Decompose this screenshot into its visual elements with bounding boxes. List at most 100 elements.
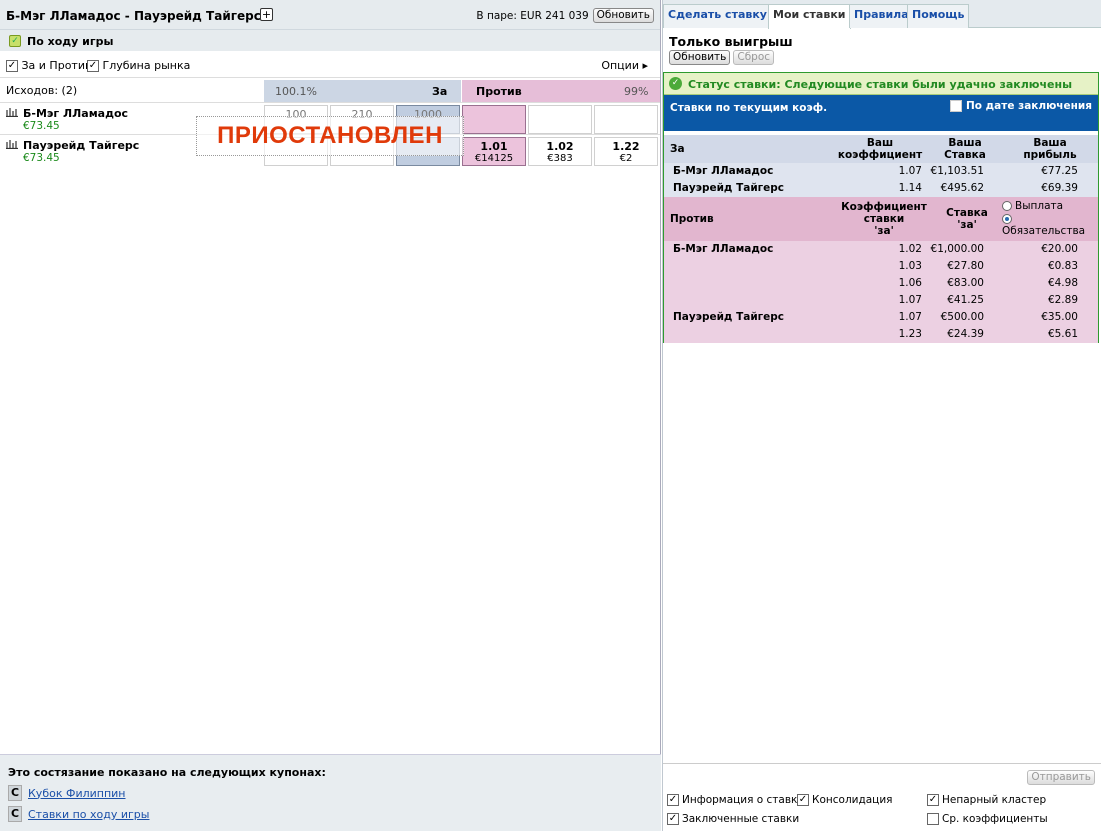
bet-stake: €500.00 xyxy=(940,311,984,323)
by-date-label: По дате заключения xyxy=(966,100,1092,112)
bet-info-checkbox[interactable]: ✓ xyxy=(667,794,679,806)
coupon-item: C Ставки по ходу игры xyxy=(8,805,149,823)
add-favourite-button[interactable]: + xyxy=(260,8,273,21)
avg-odds-label: Ср. коэффициенты xyxy=(942,813,1048,825)
col-odds-line: Ваш xyxy=(866,137,894,149)
chart-icon[interactable] xyxy=(6,139,18,152)
col-stake-line: 'за' xyxy=(957,219,977,231)
refresh-button[interactable]: Обновить xyxy=(592,8,654,23)
size: €2 xyxy=(619,153,633,164)
runner-position: €73.45 xyxy=(23,120,60,132)
lay-price-cell[interactable]: 1.22 €2 xyxy=(594,137,658,166)
bet-liability: €20.00 xyxy=(1041,243,1078,255)
size: €14125 xyxy=(474,153,514,164)
back-lay-label: За и Против xyxy=(21,59,92,72)
section-title: Только выигрыш xyxy=(669,34,793,49)
col-profit-header: Ваша прибыль xyxy=(1010,137,1090,161)
lay-header-label: Против xyxy=(476,85,522,98)
coupon-link[interactable]: Кубок Филиппин xyxy=(28,787,126,800)
col-odds-header: Коэффициент ставки 'за' xyxy=(834,201,934,237)
back-bet-row: Пауэрейд Тайгерс 1.14 €495.62 €69.39 xyxy=(664,180,1098,197)
coupons-title: Это состязание показано на следующих куп… xyxy=(8,766,326,779)
consolidation-label: Консолидация xyxy=(812,794,893,806)
col-odds-line: Коэффициент xyxy=(841,201,927,213)
matched-amount: В паре: EUR 241 039 Обновить xyxy=(476,8,654,23)
matched-bets-checkbox[interactable]: ✓ xyxy=(667,813,679,825)
col-odds-line: 'за' xyxy=(874,225,894,237)
back-bets-header: За Ваш коэффициент Ваша Ставка Ваша приб… xyxy=(664,135,1098,163)
avg-odds-option[interactable]: Ср. коэффициенты xyxy=(927,813,1048,825)
bet-runner-name: Б-Мэг ЛЛамадос xyxy=(673,165,774,177)
bet-odds: 1.02 xyxy=(898,243,922,255)
tab-place-bet[interactable]: Сделать ставку xyxy=(663,4,772,28)
by-date-checkbox[interactable] xyxy=(950,100,963,112)
matched-bets-label: Заключенные ставки xyxy=(682,813,800,825)
depth-option[interactable]: ✓ Глубина рынка xyxy=(87,59,190,72)
unpaired-option[interactable]: ✓ Непарный кластер xyxy=(927,794,1046,806)
col-odds-line: ставки xyxy=(863,213,905,225)
liability-radio-option[interactable]: Обязательства xyxy=(1002,213,1085,237)
inplay-row: ✓ По ходу игры xyxy=(0,30,660,52)
back-section-label: За xyxy=(670,143,685,155)
best-lay-price-cell[interactable] xyxy=(462,105,526,134)
bet-stake: €41.25 xyxy=(947,294,984,306)
coupon-badge: C xyxy=(8,806,22,822)
tab-help[interactable]: Помощь xyxy=(907,4,970,28)
lay-price-cell[interactable] xyxy=(528,105,592,134)
by-date-option[interactable]: По дате заключения xyxy=(950,100,1092,112)
bet-odds: 1.14 xyxy=(898,182,922,194)
depth-label: Глубина рынка xyxy=(102,59,191,72)
payout-radio-option[interactable]: Выплата xyxy=(1002,200,1063,212)
bet-info-option[interactable]: ✓ Информация о ставке xyxy=(667,794,804,806)
options-menu[interactable]: Опции ▸ xyxy=(601,59,648,72)
lay-bet-row: 1.03 €27.80 €0.83 xyxy=(664,258,1098,275)
bet-stake: €495.62 xyxy=(940,182,984,194)
matched-label: В паре: EUR 241 039 xyxy=(476,9,589,22)
unpaired-checkbox[interactable]: ✓ xyxy=(927,794,939,806)
tab-rules[interactable]: Правила xyxy=(849,4,914,28)
bet-liability: €4.98 xyxy=(1047,277,1078,289)
bets-header-bar: Ставки по текущим коэф. По дате заключен… xyxy=(664,95,1098,131)
market-panel: Б-Мэг ЛЛамадос - Пауэрейд Тайгерс + В па… xyxy=(0,0,661,831)
payout-radio[interactable] xyxy=(1002,201,1012,211)
liability-label: Обязательства xyxy=(1002,225,1086,237)
options-label: Опции xyxy=(601,59,639,72)
inplay-label: По ходу игры xyxy=(27,35,114,48)
bet-info-label: Информация о ставке xyxy=(682,794,804,806)
outcomes-count: Исходов: (2) xyxy=(6,84,78,97)
size: €383 xyxy=(547,153,573,164)
betslip-tabs: Сделать ставку Мои ставки Правила Помощь xyxy=(663,0,1101,29)
bet-profit: €69.39 xyxy=(1041,182,1078,194)
bet-odds: 1.23 xyxy=(898,328,922,340)
depth-checkbox[interactable]: ✓ xyxy=(87,60,99,72)
liability-radio[interactable] xyxy=(1002,214,1012,224)
bet-odds: 1.07 xyxy=(898,294,922,306)
coupons-section: Это состязание показано на следующих куп… xyxy=(0,754,661,831)
refresh-button[interactable]: Обновить xyxy=(669,50,731,65)
lay-price-cell[interactable]: 1.02 €383 xyxy=(528,137,592,166)
reset-button[interactable]: Сброс xyxy=(733,50,775,65)
bet-liability: €35.00 xyxy=(1041,311,1078,323)
best-lay-price-cell[interactable]: 1.01 €14125 xyxy=(462,137,526,166)
back-lay-option[interactable]: ✓ За и Против xyxy=(6,59,91,72)
consolidation-checkbox[interactable]: ✓ xyxy=(797,794,809,806)
price: 1.02 xyxy=(546,140,574,153)
check-circle-icon: ✓ xyxy=(669,77,682,90)
col-stake-header: Ставка 'за' xyxy=(932,207,1002,231)
matched-bets-option[interactable]: ✓ Заключенные ставки xyxy=(667,813,799,825)
betslip-footer: Отправить ✓ Информация о ставке ✓ Консол… xyxy=(663,763,1101,831)
bet-liability: €5.61 xyxy=(1047,328,1078,340)
lay-price-cell[interactable] xyxy=(594,105,658,134)
chart-icon[interactable] xyxy=(6,107,18,120)
betslip-buttons: Обновить Сброс xyxy=(669,50,775,65)
suspended-overlay: ПРИОСТАНОВЛЕН xyxy=(196,116,464,156)
coupon-link[interactable]: Ставки по ходу игры xyxy=(28,808,149,821)
back-lay-checkbox[interactable]: ✓ xyxy=(6,60,18,72)
lay-percentage: 99% xyxy=(624,85,649,98)
tab-my-bets[interactable]: Мои ставки xyxy=(768,4,851,29)
bet-runner-name: Пауэрейд Тайгерс xyxy=(673,311,785,323)
send-button[interactable]: Отправить xyxy=(1027,770,1095,785)
avg-odds-checkbox[interactable] xyxy=(927,813,939,825)
view-options-row: ✓ За и Против ✓ Глубина рынка Опции ▸ xyxy=(0,52,660,78)
consolidation-option[interactable]: ✓ Консолидация xyxy=(797,794,892,806)
